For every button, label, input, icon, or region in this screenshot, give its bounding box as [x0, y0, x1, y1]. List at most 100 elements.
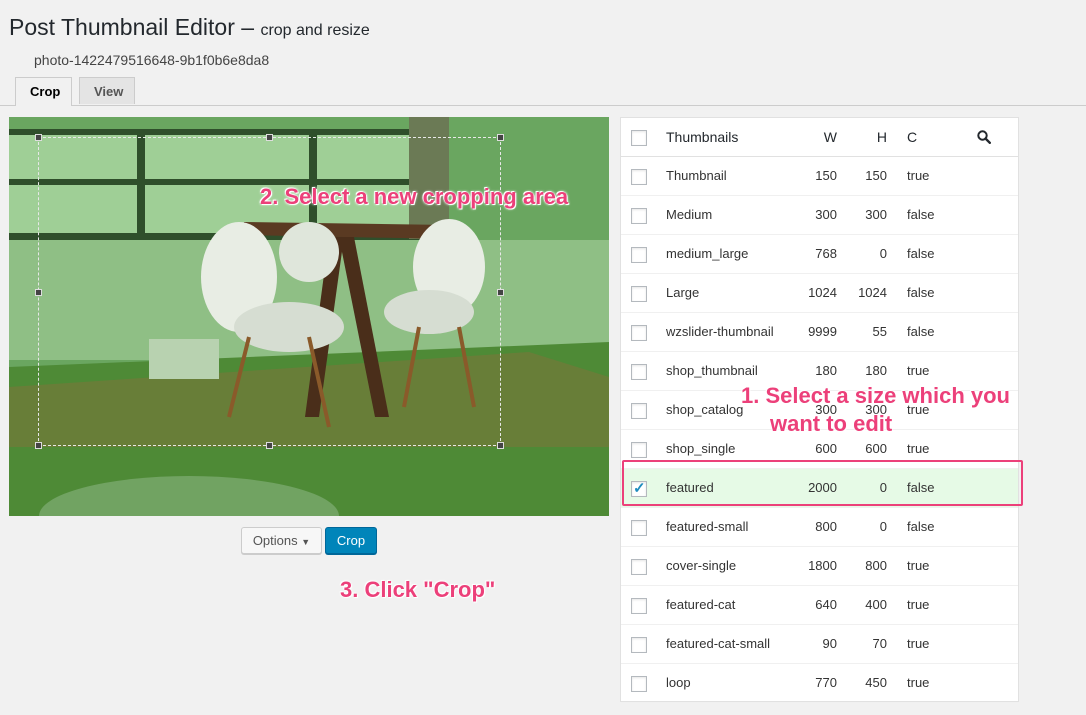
- row-height: 450: [865, 675, 887, 690]
- crop-handle-w[interactable]: [35, 289, 42, 296]
- row-name: shop_single: [666, 441, 736, 456]
- table-row[interactable]: Large 1024 1024 false: [621, 274, 1018, 313]
- header-w: W: [823, 129, 837, 145]
- table-row[interactable]: featured-small 800 0 false: [621, 508, 1018, 547]
- table-row[interactable]: wzslider-thumbnail 9999 55 false: [621, 313, 1018, 352]
- page-title-main: Post Thumbnail Editor –: [9, 14, 255, 40]
- row-name: loop: [666, 675, 691, 690]
- row-height: 300: [865, 207, 887, 222]
- tab-bar: Crop View: [0, 77, 1086, 106]
- row-width: 640: [815, 597, 837, 612]
- row-width: 768: [815, 246, 837, 261]
- row-width: 1024: [808, 285, 837, 300]
- row-width: 600: [815, 441, 837, 456]
- caret-down-icon: ▼: [301, 537, 311, 547]
- header-h: H: [876, 129, 887, 145]
- row-crop: true: [907, 597, 930, 612]
- table-header: Thumbnails W H C: [621, 118, 1018, 157]
- select-all-checkbox[interactable]: [631, 130, 647, 146]
- crop-image-area[interactable]: [9, 117, 609, 516]
- tab-view[interactable]: View: [79, 77, 135, 104]
- selected-size-highlight: [622, 460, 1023, 506]
- options-button[interactable]: Options ▼: [241, 527, 322, 554]
- row-width: 1800: [808, 558, 837, 573]
- table-row[interactable]: Medium 300 300 false: [621, 196, 1018, 235]
- row-checkbox[interactable]: [631, 520, 647, 536]
- row-crop: false: [907, 519, 935, 534]
- row-height: 70: [872, 636, 887, 651]
- row-checkbox[interactable]: [631, 325, 647, 341]
- row-checkbox[interactable]: [631, 637, 647, 653]
- row-checkbox[interactable]: [631, 676, 647, 692]
- crop-handle-ne[interactable]: [497, 134, 504, 141]
- crop-handle-sw[interactable]: [35, 442, 42, 449]
- row-name: featured-cat-small: [666, 636, 771, 651]
- table-row[interactable]: loop 770 450 true: [621, 664, 1018, 703]
- row-height: 180: [865, 363, 887, 378]
- crop-handle-se[interactable]: [497, 442, 504, 449]
- row-height: 150: [865, 168, 887, 183]
- annotation-click-crop: 3. Click "Crop": [340, 577, 496, 602]
- row-width: 150: [815, 168, 837, 183]
- crop-handle-nw[interactable]: [35, 134, 42, 141]
- row-width: 180: [815, 363, 837, 378]
- row-name: featured-cat: [666, 597, 736, 612]
- crop-handle-s[interactable]: [266, 442, 273, 449]
- row-height: 600: [865, 441, 887, 456]
- crop-handle-e[interactable]: [497, 289, 504, 296]
- table-row[interactable]: featured-cat-small 90 70 true: [621, 625, 1018, 664]
- table-row[interactable]: medium_large 768 0 false: [621, 235, 1018, 274]
- row-height: 400: [865, 597, 887, 612]
- row-name: shop_catalog: [666, 402, 744, 417]
- row-name: medium_large: [666, 246, 749, 261]
- row-height: 1024: [858, 285, 887, 300]
- crop-handle-n[interactable]: [266, 134, 273, 141]
- row-crop: true: [907, 558, 930, 573]
- row-crop: false: [907, 207, 935, 222]
- row-height: 0: [879, 519, 887, 534]
- annotation-select-size-line1: 1. Select a size which you: [741, 383, 1010, 408]
- page-subtitle: crop and resize: [260, 22, 370, 39]
- row-crop: false: [907, 285, 935, 300]
- table-row[interactable]: featured-cat 640 400 true: [621, 586, 1018, 625]
- row-crop: true: [907, 675, 930, 690]
- row-width: 9999: [808, 324, 837, 339]
- row-checkbox[interactable]: [631, 403, 647, 419]
- row-crop: false: [907, 246, 935, 261]
- search-icon[interactable]: [977, 130, 991, 144]
- row-crop: true: [907, 636, 930, 651]
- row-checkbox[interactable]: [631, 247, 647, 263]
- row-checkbox[interactable]: [631, 598, 647, 614]
- annotation-select-area: 2. Select a new cropping area: [260, 184, 569, 209]
- row-height: 800: [865, 558, 887, 573]
- options-button-label: Options: [252, 533, 298, 548]
- row-crop: false: [907, 324, 935, 339]
- row-height: 55: [872, 324, 887, 339]
- row-checkbox[interactable]: [631, 208, 647, 224]
- table-row[interactable]: Thumbnail 150 150 true: [621, 157, 1018, 196]
- row-checkbox[interactable]: [631, 559, 647, 575]
- row-crop: true: [907, 168, 930, 183]
- row-width: 770: [815, 675, 837, 690]
- header-thumbnails: Thumbnails: [666, 129, 739, 145]
- row-name: shop_thumbnail: [666, 363, 758, 378]
- row-width: 300: [815, 207, 837, 222]
- image-filename: photo-1422479516648-9b1f0b6e8da8: [34, 52, 270, 68]
- row-name: Medium: [666, 207, 713, 222]
- row-checkbox[interactable]: [631, 286, 647, 302]
- row-name: Large: [666, 285, 700, 300]
- row-checkbox[interactable]: [631, 442, 647, 458]
- row-checkbox[interactable]: [631, 364, 647, 380]
- annotation-select-size: 1. Select a size which you want to edit: [741, 382, 1010, 438]
- row-name: featured-small: [666, 519, 749, 534]
- row-name: wzslider-thumbnail: [666, 324, 774, 339]
- crop-button[interactable]: Crop: [325, 527, 377, 554]
- header-c: C: [907, 129, 918, 145]
- row-width: 800: [815, 519, 837, 534]
- page-title: Post Thumbnail Editor – crop and resize: [9, 14, 370, 41]
- tab-crop[interactable]: Crop: [15, 77, 72, 106]
- row-width: 90: [822, 636, 837, 651]
- row-name: cover-single: [666, 558, 737, 573]
- row-checkbox[interactable]: [631, 169, 647, 185]
- table-row[interactable]: cover-single 1800 800 true: [621, 547, 1018, 586]
